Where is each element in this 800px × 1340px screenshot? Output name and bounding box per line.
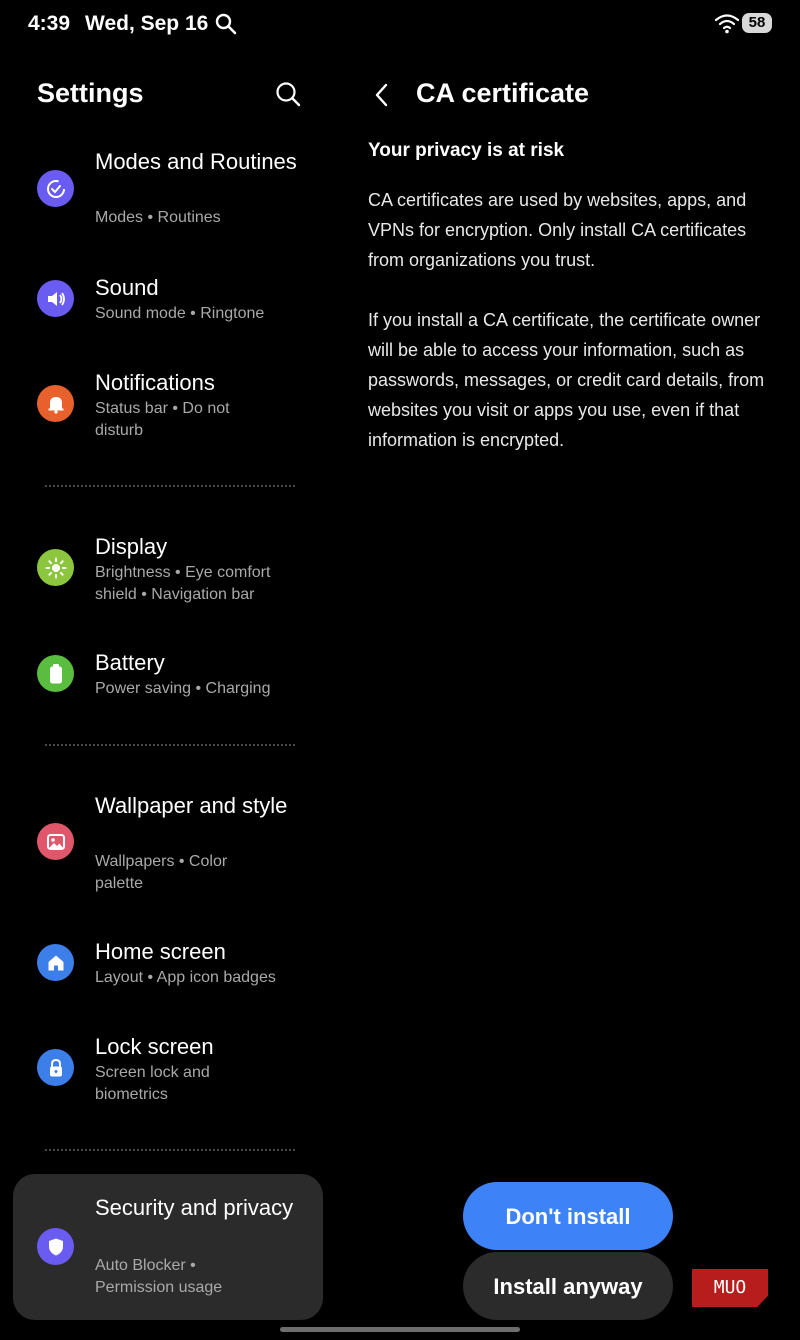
settings-item-sound[interactable]: Sound Sound mode • Ringtone (0, 272, 322, 332)
settings-item-lock-screen[interactable]: Lock screen Screen lock and biometrics (0, 1031, 322, 1111)
modes-icon (37, 170, 74, 207)
dont-install-button[interactable]: Don't install (463, 1182, 673, 1250)
divider (45, 1149, 295, 1151)
screen: 4:39 Wed, Sep 16 58 Settings Modes and R… (0, 0, 800, 1340)
warning-heading: Your privacy is at risk (368, 140, 565, 161)
search-icon (215, 13, 237, 35)
settings-title: Settings (37, 78, 144, 108)
item-subtitle: Power saving • Charging (95, 680, 271, 697)
item-subtitle: Layout • App icon badges (95, 969, 276, 986)
item-title: Lock screen (95, 1034, 214, 1059)
divider (45, 744, 295, 746)
item-subtitle: Wallpapers • Color palette (95, 853, 228, 892)
item-subtitle: Sound mode • Ringtone (95, 305, 265, 322)
settings-item-security-and-privacy[interactable]: Security and privacy Auto Blocker • Perm… (13, 1174, 323, 1320)
item-title: Modes and Routines (95, 149, 297, 174)
settings-item-home-screen[interactable]: Home screen Layout • App icon badges (0, 936, 322, 996)
wifi-icon (714, 14, 740, 34)
sun-icon (37, 549, 74, 586)
item-title: Home screen (95, 939, 226, 964)
search-icon[interactable] (274, 80, 302, 108)
speaker-icon (37, 280, 74, 317)
status-date: Wed, Sep 16 (85, 12, 209, 35)
battery-level: 58 (742, 13, 772, 33)
item-subtitle: Brightness • Eye comfort shield • Naviga… (95, 564, 271, 603)
item-subtitle: Modes • Routines (95, 209, 221, 226)
settings-item-battery[interactable]: Battery Power saving • Charging (0, 647, 322, 707)
item-title: Notifications (95, 370, 215, 395)
home-indicator[interactable] (280, 1327, 520, 1332)
certificate-pane: CA certificate Your privacy is at risk C… (340, 48, 800, 1340)
settings-item-notifications[interactable]: Notifications Status bar • Do not distur… (0, 367, 322, 447)
item-title: Display (95, 534, 168, 559)
settings-item-wallpaper-and-style[interactable]: Wallpaper and style Wallpapers • Color p… (0, 790, 322, 900)
page-title: CA certificate (416, 78, 590, 108)
item-title: Battery (95, 650, 165, 675)
bell-icon (37, 385, 74, 422)
settings-pane: Settings Modes and Routines Modes • Rout… (0, 48, 330, 1340)
warning-paragraph: If you install a CA certificate, the cer… (368, 310, 765, 450)
battery-icon (37, 655, 74, 692)
back-arrow-icon[interactable] (370, 80, 394, 110)
item-title: Sound (95, 275, 159, 300)
lock-icon (37, 1049, 74, 1086)
item-subtitle: Status bar • Do not disturb (95, 400, 230, 439)
image-icon (37, 823, 74, 860)
status-time: 4:39 (28, 12, 71, 35)
home-icon (37, 944, 74, 981)
divider (45, 485, 295, 487)
info-paragraph: CA certificates are used by websites, ap… (368, 190, 747, 270)
install-anyway-button[interactable]: Install anyway (463, 1252, 673, 1320)
settings-item-modes-and-routines[interactable]: Modes and Routines Modes • Routines (0, 146, 322, 236)
settings-item-display[interactable]: Display Brightness • Eye comfort shield … (0, 531, 322, 611)
item-title: Wallpaper and style (95, 793, 288, 818)
shield-icon (37, 1228, 74, 1265)
status-bar: 4:39 Wed, Sep 16 58 (0, 0, 800, 48)
muo-logo: MUO (692, 1269, 768, 1307)
item-subtitle: Auto Blocker • Permission usage (95, 1257, 223, 1296)
item-title: Security and privacy (95, 1195, 294, 1220)
item-subtitle: Screen lock and biometrics (95, 1064, 210, 1103)
